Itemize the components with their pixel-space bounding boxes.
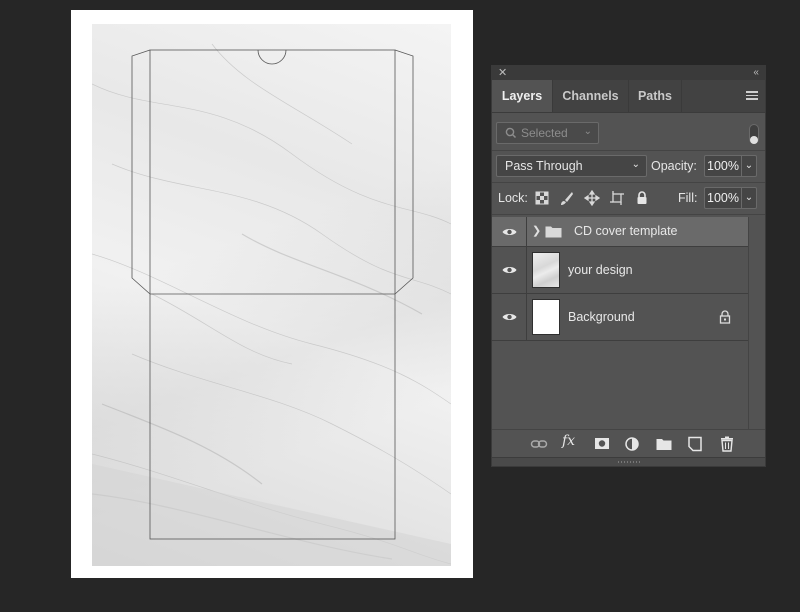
layer-row-your-design[interactable]: your design — [492, 247, 749, 294]
panel-resize-grip[interactable] — [492, 457, 765, 466]
lock-icon — [719, 310, 731, 324]
blend-mode-select[interactable]: Pass Through ⌄ — [496, 155, 647, 177]
chevron-down-icon: ⌄ — [631, 159, 640, 170]
layer-row-cd-cover-template[interactable]: ❯ CD cover template — [492, 217, 749, 247]
panel-tabbar: Layers Channels Paths — [492, 80, 765, 113]
filter-toggle-switch[interactable] — [749, 124, 759, 144]
document-page — [71, 10, 473, 578]
folder-icon — [545, 226, 562, 238]
fx-icon[interactable]: fx — [562, 433, 580, 449]
opacity-label: Opacity: — [651, 159, 697, 173]
layer-thumbnail — [532, 252, 560, 288]
eye-icon — [502, 267, 517, 273]
panel-titlebar: ✕ ‹‹ — [492, 66, 765, 80]
lock-image-pixels-icon[interactable] — [559, 190, 575, 206]
layers-list: ❯ CD cover template your design Backgrou… — [492, 217, 749, 341]
tab-paths[interactable]: Paths — [629, 80, 682, 112]
lock-transparent-pixels-icon[interactable] — [534, 190, 550, 206]
mask-icon[interactable] — [593, 436, 611, 452]
layer-thumbnail — [532, 299, 560, 335]
folder-icon[interactable] — [655, 436, 673, 452]
opacity-field[interactable]: 100% — [704, 155, 742, 177]
new-layer-icon[interactable] — [686, 436, 704, 452]
panel-bottom-toolbar: fx — [492, 429, 765, 458]
fill-dropdown-icon[interactable]: ⌄ — [742, 187, 757, 209]
visibility-toggle[interactable] — [492, 217, 527, 246]
fill-field[interactable]: 100% — [704, 187, 742, 209]
visibility-toggle[interactable] — [492, 294, 527, 340]
eye-icon — [502, 228, 517, 235]
layer-name: CD cover template — [574, 224, 678, 238]
adjustment-icon[interactable] — [624, 436, 642, 452]
blend-row: Pass Through ⌄ Opacity: 100% ⌄ — [496, 155, 762, 177]
layer-name: Background — [568, 310, 635, 324]
blend-mode-value: Pass Through — [505, 159, 583, 173]
layer-row-background[interactable]: Background — [492, 294, 749, 341]
filter-placeholder: Selected — [521, 126, 568, 140]
visibility-toggle[interactable] — [492, 247, 527, 293]
fill-label: Fill: — [678, 191, 698, 205]
lock-row: Lock: Fill: 100% ⌄ — [496, 187, 762, 209]
collapse-icon[interactable]: ‹‹ — [753, 66, 759, 80]
lock-position-icon[interactable] — [584, 190, 600, 206]
search-icon — [505, 127, 517, 139]
layers-scrollbar[interactable] — [748, 217, 765, 431]
trash-icon[interactable] — [718, 436, 736, 452]
link-icon[interactable] — [530, 436, 548, 452]
cd-sleeve-dieline — [131, 49, 414, 540]
close-icon[interactable]: ✕ — [498, 66, 507, 80]
hamburger-menu-icon[interactable] — [746, 91, 758, 100]
tab-layers[interactable]: Layers — [492, 80, 553, 112]
divider — [492, 150, 765, 151]
layers-panel: ✕ ‹‹ Layers Channels Paths Selected ⌄ Pa… — [491, 65, 766, 467]
chevron-right-icon[interactable]: ❯ — [532, 217, 541, 246]
layer-filter-row: Selected ⌄ — [496, 122, 761, 146]
tab-channels[interactable]: Channels — [553, 80, 629, 112]
lock-label: Lock: — [498, 191, 528, 205]
lock-all-icon[interactable] — [634, 190, 650, 206]
divider — [492, 214, 765, 215]
layer-name: your design — [568, 263, 633, 277]
eye-icon — [502, 314, 517, 320]
opacity-dropdown-icon[interactable]: ⌄ — [742, 155, 757, 177]
lock-artboard-icon[interactable] — [609, 190, 625, 206]
layer-filter-select[interactable]: Selected ⌄ — [496, 122, 599, 144]
divider — [492, 182, 765, 183]
chevron-down-icon: ⌄ — [583, 126, 592, 137]
